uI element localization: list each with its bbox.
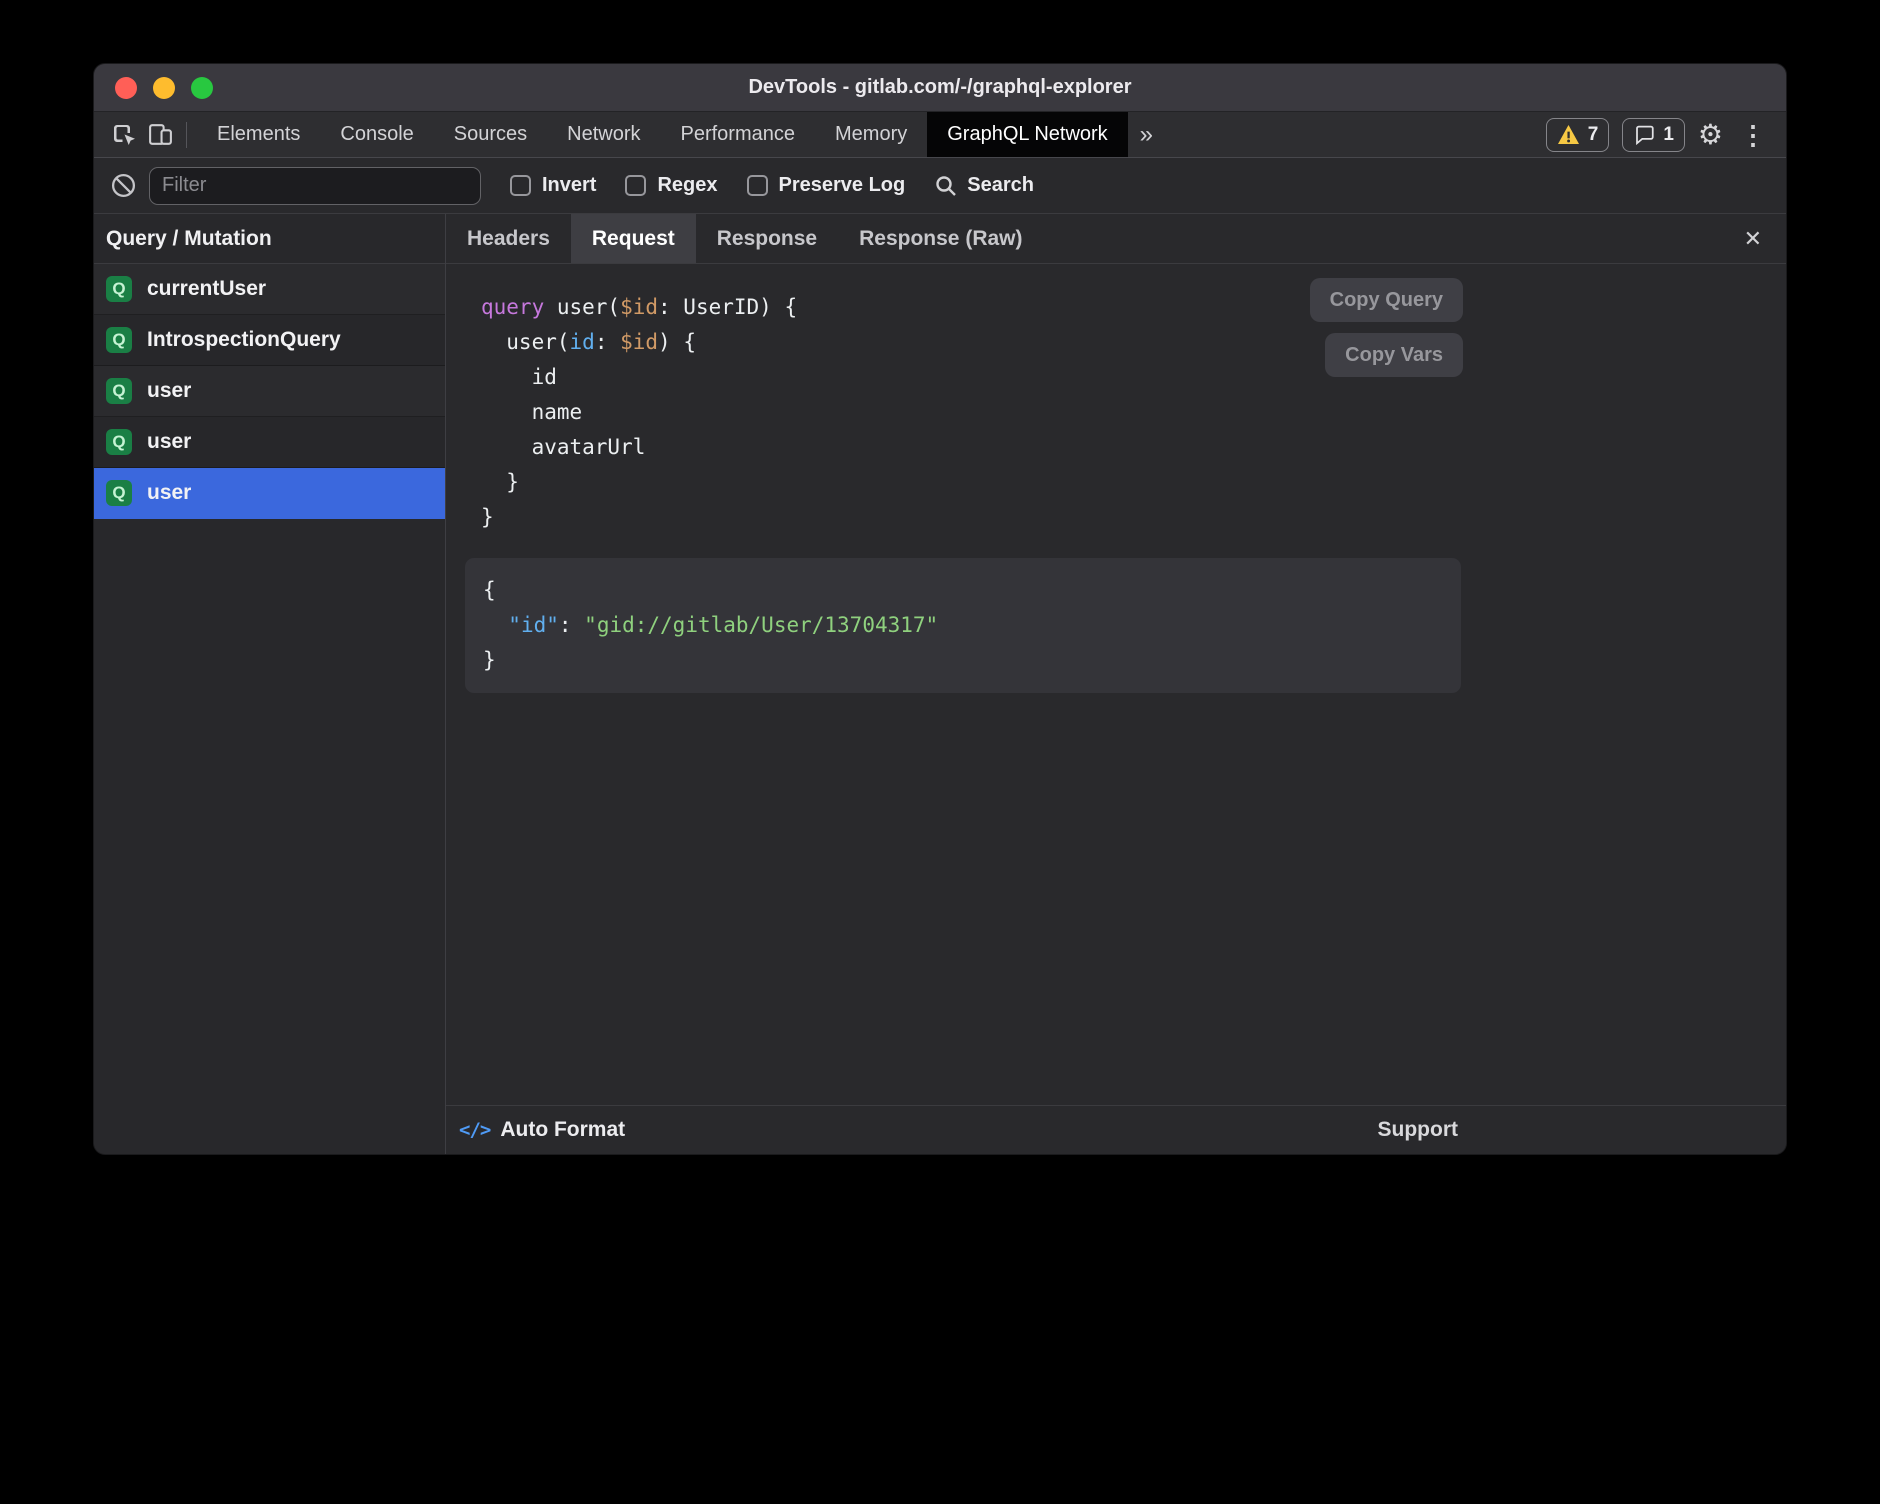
filter-input[interactable] <box>149 167 481 205</box>
checkbox-box <box>747 175 768 196</box>
device-toolbar-icon[interactable] <box>142 112 178 157</box>
minimize-window-button[interactable] <box>153 77 175 99</box>
invert-label: Invert <box>542 174 596 197</box>
clear-icon[interactable] <box>110 172 137 199</box>
main-toolbar: ElementsConsoleSourcesNetworkPerformance… <box>94 112 1786 158</box>
code-line: { <box>483 573 1443 608</box>
auto-format-toggle[interactable]: Auto Format <box>500 1118 625 1142</box>
message-bubble-icon <box>1633 124 1655 145</box>
main-tab-performance[interactable]: Performance <box>661 112 816 157</box>
query-name-label: user <box>147 379 191 403</box>
request-content: query user($id: UserID) { user(id: $id) … <box>446 264 1463 1105</box>
main-tab-console[interactable]: Console <box>320 112 433 157</box>
code-line: } <box>481 500 1463 535</box>
main-tab-memory[interactable]: Memory <box>815 112 927 157</box>
query-list-item[interactable]: Quser <box>94 417 445 468</box>
code-line: } <box>481 465 1463 500</box>
detail-footer: </> Auto Format Support <box>446 1105 1786 1154</box>
main-tab-network[interactable]: Network <box>547 112 660 157</box>
main-tab-graphql-network[interactable]: GraphQL Network <box>927 112 1127 157</box>
close-detail-icon[interactable]: ✕ <box>1738 222 1768 256</box>
panel-body: Query / Mutation QcurrentUserQIntrospect… <box>94 214 1786 1154</box>
sidebar-header: Query / Mutation <box>94 214 445 264</box>
preserve-log-checkbox[interactable]: Preserve Log <box>747 174 906 197</box>
detail-tabs: HeadersRequestResponseResponse (Raw) <box>446 214 1044 263</box>
query-name-label: IntrospectionQuery <box>147 328 341 352</box>
query-sidebar: Query / Mutation QcurrentUserQIntrospect… <box>94 214 446 1154</box>
query-list-item[interactable]: Quser <box>94 366 445 417</box>
detail-tab-headers[interactable]: Headers <box>446 214 571 263</box>
detail-tab-bar: HeadersRequestResponseResponse (Raw) ✕ <box>446 214 1786 264</box>
search-label: Search <box>967 174 1034 197</box>
copy-vars-button[interactable]: Copy Vars <box>1325 333 1463 377</box>
query-list: QcurrentUserQIntrospectionQueryQuserQuse… <box>94 264 445 1154</box>
query-name-label: user <box>147 430 191 454</box>
preserve-log-label: Preserve Log <box>779 174 906 197</box>
code-line: avatarUrl <box>481 430 1463 465</box>
warnings-badge[interactable]: 7 <box>1546 118 1610 152</box>
filter-bar: Invert Regex Preserve Log Search <box>94 158 1786 214</box>
copy-query-button[interactable]: Copy Query <box>1310 278 1463 322</box>
detail-tab-request[interactable]: Request <box>571 214 696 263</box>
query-name-label: currentUser <box>147 277 266 301</box>
toolbar-right-cluster: 7 1 ⚙ ⋮ <box>1546 112 1786 157</box>
window-title: DevTools - gitlab.com/-/graphql-explorer <box>94 76 1786 99</box>
close-window-button[interactable] <box>115 77 137 99</box>
toolbar-divider <box>186 122 187 148</box>
zoom-window-button[interactable] <box>191 77 213 99</box>
query-type-badge: Q <box>106 480 132 506</box>
request-detail-pane: HeadersRequestResponseResponse (Raw) ✕ q… <box>446 214 1786 1154</box>
detail-tab-response[interactable]: Response <box>696 214 838 263</box>
main-tab-elements[interactable]: Elements <box>197 112 320 157</box>
main-tab-sources[interactable]: Sources <box>434 112 547 157</box>
query-type-badge: Q <box>106 429 132 455</box>
query-type-badge: Q <box>106 327 132 353</box>
code-line: "id": "gid://gitlab/User/13704317" <box>483 608 1443 643</box>
detail-tab-response-raw[interactable]: Response (Raw) <box>838 214 1043 263</box>
code-line: name <box>481 395 1463 430</box>
query-type-badge: Q <box>106 276 132 302</box>
settings-gear-icon[interactable]: ⚙ <box>1698 121 1723 149</box>
query-type-badge: Q <box>106 378 132 404</box>
query-list-item[interactable]: QcurrentUser <box>94 264 445 315</box>
variables-box: { "id": "gid://gitlab/User/13704317"} <box>465 558 1461 693</box>
query-list-item[interactable]: Q IntrospectionQuery <box>94 315 445 366</box>
more-tabs-button[interactable]: » <box>1128 112 1165 157</box>
issues-badge[interactable]: 1 <box>1622 118 1685 152</box>
checkbox-box <box>625 175 646 196</box>
menu-kebab-icon[interactable]: ⋮ <box>1736 122 1770 148</box>
checkbox-box <box>510 175 531 196</box>
query-name-label: user <box>147 481 191 505</box>
query-list-item[interactable]: Quser <box>94 468 445 519</box>
graphql-variables-code: { "id": "gid://gitlab/User/13704317"} <box>483 573 1443 678</box>
warning-count: 7 <box>1588 124 1599 146</box>
code-brackets-icon: </> <box>459 1119 490 1141</box>
window-controls <box>94 77 213 99</box>
search-button[interactable]: Search <box>934 174 1034 198</box>
search-icon <box>934 174 958 198</box>
titlebar: DevTools - gitlab.com/-/graphql-explorer <box>94 64 1786 112</box>
regex-checkbox[interactable]: Regex <box>625 174 717 197</box>
regex-label: Regex <box>657 174 717 197</box>
panel-tabs: ElementsConsoleSourcesNetworkPerformance… <box>197 112 1128 157</box>
invert-checkbox[interactable]: Invert <box>510 174 596 197</box>
devtools-window: DevTools - gitlab.com/-/graphql-explorer… <box>93 63 1787 1155</box>
code-line: } <box>483 643 1443 678</box>
warning-triangle-icon <box>1557 124 1580 145</box>
issue-count: 1 <box>1663 124 1674 146</box>
copy-buttons: Copy Query Copy Vars <box>1310 278 1463 377</box>
screen-background: DevTools - gitlab.com/-/graphql-explorer… <box>0 0 1880 1504</box>
support-link[interactable]: Support <box>1378 1118 1458 1142</box>
inspect-element-icon[interactable] <box>106 112 142 157</box>
